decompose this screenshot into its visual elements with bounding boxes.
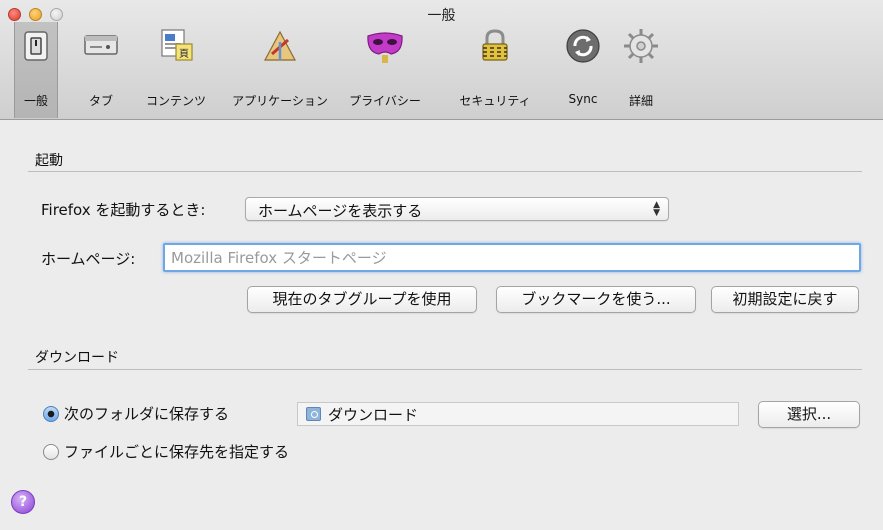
toolbar-label-sync: Sync	[568, 92, 598, 106]
download-folder-field: ダウンロード	[297, 402, 739, 426]
toolbar-item-general[interactable]: 一般	[14, 22, 58, 118]
choose-folder-button[interactable]: 選択...	[758, 401, 860, 428]
when-starts-value: ホームページを表示する	[258, 202, 423, 220]
toolbar-item-content[interactable]: 頁 コンテンツ	[136, 22, 216, 118]
downloads-section-title: ダウンロード	[35, 350, 119, 366]
padlock-icon	[482, 29, 508, 61]
download-folder-name: ダウンロード	[328, 406, 419, 424]
always-ask-radio[interactable]	[43, 444, 59, 460]
toolbar-label-general: 一般	[23, 94, 48, 108]
when-starts-select[interactable]: ホームページを表示する ▲ ▼	[245, 197, 669, 221]
applications-icon	[263, 30, 297, 61]
switch-icon	[24, 31, 48, 61]
sync-icon	[566, 29, 600, 63]
homepage-label: ホームページ:	[41, 250, 136, 268]
toolbar-label-advanced: 詳細	[628, 94, 653, 108]
when-starts-label: Firefox を起動するとき:	[41, 201, 206, 219]
save-to-folder-label: 次のフォルダに保存する	[64, 405, 230, 423]
titlebar-toolbar: 一般 一般 タブ 頁 コンテンツ アプリケーション プライバシー セキュリティ …	[0, 0, 883, 120]
toolbar-label-applications: アプリケーション	[232, 94, 328, 108]
downloads-folder-icon	[306, 407, 321, 421]
save-to-folder-radio[interactable]	[43, 406, 59, 422]
use-bookmark-button[interactable]: ブックマークを使う...	[496, 286, 696, 313]
startup-section-title: 起動	[35, 153, 63, 169]
toolbar-item-security[interactable]: セキュリティ	[442, 22, 548, 118]
toolbar-label-privacy: プライバシー	[349, 94, 421, 108]
toolbar-item-applications[interactable]: アプリケーション	[224, 22, 336, 118]
toolbar-label-tabs: タブ	[88, 94, 113, 108]
gear-icon	[624, 29, 658, 63]
help-button[interactable]: ?	[11, 490, 35, 514]
toolbar-item-advanced[interactable]: 詳細	[618, 22, 664, 118]
startup-divider	[28, 171, 862, 172]
updown-arrows-icon: ▲ ▼	[653, 200, 660, 218]
toolbar-item-tabs[interactable]: タブ	[74, 22, 128, 118]
preferences-window: 一般 一般 タブ 頁 コンテンツ アプリケーション プライバシー セキュリティ …	[0, 0, 883, 530]
toolbar-item-sync[interactable]: Sync	[556, 22, 610, 118]
privacy-mask-icon	[367, 32, 403, 63]
use-current-tab-group-button[interactable]: 現在のタブグループを使用	[247, 286, 477, 313]
toolbar-label-security: セキュリティ	[459, 94, 531, 108]
svg-text:頁: 頁	[179, 48, 189, 60]
always-ask-label: ファイルごとに保存先を指定する	[64, 443, 290, 461]
downloads-divider	[28, 369, 862, 370]
toolbar-item-privacy[interactable]: プライバシー	[336, 22, 434, 118]
restore-default-button[interactable]: 初期設定に戻す	[711, 286, 859, 313]
content-icon: 頁	[161, 29, 193, 61]
tab-icon	[84, 35, 118, 55]
homepage-input[interactable]	[163, 243, 861, 272]
toolbar-label-content: コンテンツ	[145, 94, 206, 108]
